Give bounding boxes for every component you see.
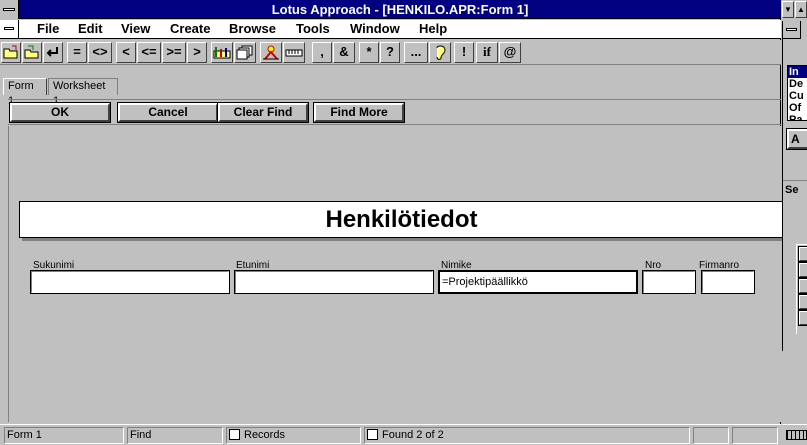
ampersand-button[interactable]: & xyxy=(333,42,355,63)
menu-tools[interactable]: Tools xyxy=(296,21,330,36)
secondary-mini-button[interactable] xyxy=(798,246,807,262)
tab-form-1[interactable]: Form 1 xyxy=(3,78,47,107)
list-item[interactable]: De xyxy=(788,78,807,90)
status-view[interactable]: Form 1 xyxy=(4,427,124,444)
multi-page-icon[interactable] xyxy=(234,42,256,63)
records-right-arrow-icon[interactable] xyxy=(367,429,378,440)
pages-icon xyxy=(236,45,253,60)
at-button[interactable]: @ xyxy=(499,42,521,63)
find-sort-icon[interactable] xyxy=(211,42,233,63)
secondary-pane: In De Cu Of Pa A Se xyxy=(782,21,807,351)
document-menu-icon xyxy=(4,27,14,30)
firmanro-label: Firmanro xyxy=(699,260,740,271)
form-heading: Henkilötiedot xyxy=(325,206,478,233)
minimize-icon[interactable]: ▼ xyxy=(782,1,794,18)
title-bar[interactable]: Lotus Approach - [HENKILO.APR:Form 1] xyxy=(0,0,781,19)
firmanro-field[interactable] xyxy=(701,270,755,294)
menu-edit[interactable]: Edit xyxy=(78,21,103,36)
list-item[interactable]: In xyxy=(788,66,807,78)
etunimi-label: Etunimi xyxy=(236,260,270,271)
menu-help[interactable]: Help xyxy=(419,21,447,36)
nimike-field[interactable]: =Projektipäällikkö xyxy=(438,270,638,294)
list-item[interactable]: Of xyxy=(788,102,807,114)
person-find-icon xyxy=(263,45,279,60)
menu-browse[interactable]: Browse xyxy=(229,21,276,36)
sukunimi-field[interactable] xyxy=(30,270,230,294)
status-mode[interactable]: Find xyxy=(127,427,223,444)
nro-label: Nro xyxy=(645,260,662,271)
enter-icon[interactable] xyxy=(43,42,63,63)
main-window: Lotus Approach - [HENKILO.APR:Form 1] Fi… xyxy=(0,0,784,445)
question-button[interactable]: ? xyxy=(380,42,400,63)
maximize-icon[interactable]: ▲ xyxy=(795,1,807,18)
document-system-menu-button[interactable] xyxy=(0,20,19,38)
equals-button[interactable]: = xyxy=(67,42,87,63)
asterisk-button[interactable]: * xyxy=(359,42,379,63)
status-records[interactable]: Records xyxy=(226,427,361,444)
status-found[interactable]: Found 2 of 2 xyxy=(364,427,690,444)
ear-icon xyxy=(436,45,446,60)
less-than-button[interactable]: < xyxy=(116,42,136,63)
close-folder-icon[interactable] xyxy=(22,42,42,63)
sukunimi-label: Sukunimi xyxy=(33,260,75,271)
status-bar: Form 1 Find Records Found 2 of 2 xyxy=(0,424,781,445)
list-item[interactable]: Pa xyxy=(788,114,807,120)
find-more-button[interactable]: Find More xyxy=(313,102,405,123)
open-folder-icon xyxy=(3,45,18,59)
secondary-menu-icon xyxy=(786,28,797,31)
if-button[interactable]: if xyxy=(476,42,498,63)
folder-arrow-icon xyxy=(24,45,39,59)
comma-button[interactable]: , xyxy=(312,42,332,63)
sounds-like-icon[interactable] xyxy=(429,42,451,63)
smarticon-toolbar: = <> < <= >= > , & * ? ... ! if @ xyxy=(0,40,781,65)
secondary-status xyxy=(782,424,807,445)
window-title: Lotus Approach - [HENKILO.APR:Form 1] xyxy=(271,2,529,17)
ruler-icon xyxy=(285,49,303,57)
form-heading-box: Henkilötiedot xyxy=(19,201,784,238)
records-left-arrow-icon[interactable] xyxy=(229,429,240,440)
system-menu-button[interactable] xyxy=(0,0,19,19)
find-special-icon[interactable] xyxy=(260,42,282,63)
sort-chart-icon xyxy=(213,47,231,59)
ok-button[interactable]: OK xyxy=(9,102,111,123)
secondary-list[interactable]: In De Cu Of Pa xyxy=(787,65,807,121)
not-equal-button[interactable]: <> xyxy=(88,42,112,63)
secondary-mini-button[interactable] xyxy=(798,262,807,278)
status-records-label: Records xyxy=(244,429,285,441)
ellipsis-button[interactable]: ... xyxy=(404,42,428,63)
tab-worksheet-1[interactable]: Worksheet 1 xyxy=(48,78,118,107)
find-action-bar: OK Cancel Clear Find Find More xyxy=(8,99,781,125)
exclaim-button[interactable]: ! xyxy=(454,42,474,63)
cancel-button[interactable]: Cancel xyxy=(117,102,219,123)
range-icon[interactable] xyxy=(283,42,305,63)
secondary-window: ▼ ▲ In De Cu Of Pa A Se xyxy=(782,0,807,445)
list-item[interactable]: Cu xyxy=(788,90,807,102)
secondary-mini-button[interactable] xyxy=(798,294,807,310)
clear-find-button[interactable]: Clear Find xyxy=(217,102,309,123)
secondary-system-menu-button[interactable] xyxy=(783,21,801,39)
status-box-extra-2 xyxy=(732,427,778,444)
etunimi-field[interactable] xyxy=(234,270,434,294)
greater-equal-button[interactable]: >= xyxy=(162,42,186,63)
menu-file[interactable]: File xyxy=(37,21,59,36)
less-equal-button[interactable]: <= xyxy=(137,42,161,63)
menu-view[interactable]: View xyxy=(121,21,150,36)
form-canvas: Henkilötiedot Sukunimi Etunimi Nimike Nr… xyxy=(8,126,784,422)
status-box-extra-1 xyxy=(693,427,729,444)
open-icon[interactable] xyxy=(1,42,21,63)
nimike-label: Nimike xyxy=(441,260,472,271)
secondary-select-label: Se xyxy=(783,180,807,196)
nro-field[interactable] xyxy=(642,270,696,294)
secondary-button[interactable]: A xyxy=(786,128,807,150)
menu-window[interactable]: Window xyxy=(350,21,400,36)
secondary-mini-button[interactable] xyxy=(798,278,807,294)
status-found-label: Found 2 of 2 xyxy=(382,429,444,441)
return-arrow-icon xyxy=(46,47,58,57)
greater-than-button[interactable]: > xyxy=(187,42,207,63)
secondary-mini-button[interactable] xyxy=(798,310,807,326)
system-menu-icon xyxy=(3,8,15,11)
menu-bar: File Edit View Create Browse Tools Windo… xyxy=(0,20,781,39)
menu-create[interactable]: Create xyxy=(170,21,210,36)
keyboard-gauge-icon xyxy=(786,430,807,440)
